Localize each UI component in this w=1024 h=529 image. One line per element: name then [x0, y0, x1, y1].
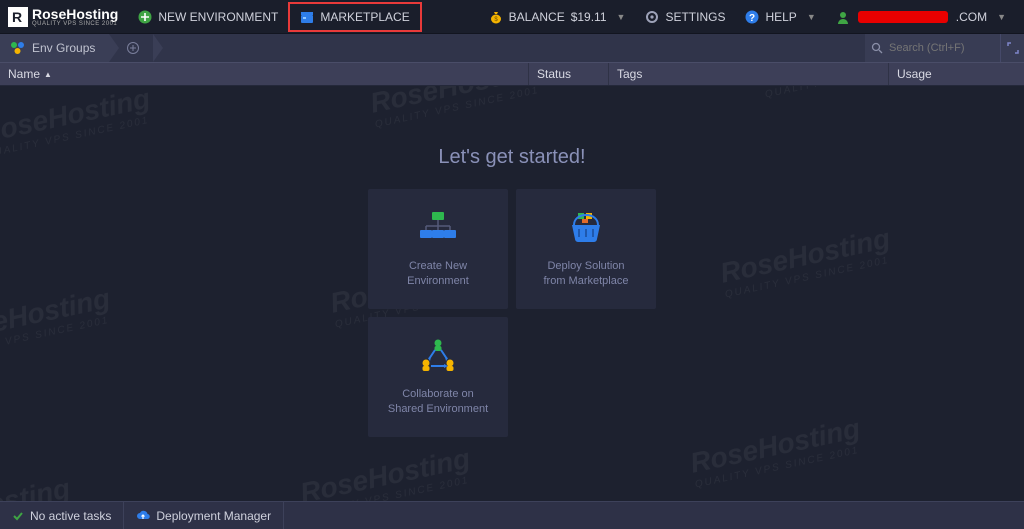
card-line1: Collaborate on: [388, 387, 488, 402]
user-account-button[interactable]: .COM ▼: [826, 0, 1016, 34]
env-groups-crumb[interactable]: Env Groups: [0, 34, 109, 62]
user-email-redacted: [858, 11, 948, 23]
card-line2: Shared Environment: [388, 402, 488, 417]
chevron-down-icon: ▼: [617, 12, 626, 22]
plus-circle-icon: [138, 10, 152, 24]
card-collaborate[interactable]: Collaborate on Shared Environment: [368, 317, 508, 437]
balance-button[interactable]: $ BALANCE $19.11 ▼: [479, 0, 636, 34]
env-groups-bar: Env Groups: [0, 34, 1024, 62]
balance-label: BALANCE: [509, 10, 565, 24]
deployment-manager-button[interactable]: Deployment Manager: [124, 502, 284, 529]
search-icon: [871, 42, 883, 54]
help-icon: ?: [745, 10, 759, 24]
chevron-down-icon: ▼: [807, 12, 816, 22]
create-env-icon: [418, 209, 458, 245]
breadcrumb: Env Groups: [0, 34, 153, 62]
user-email-suffix: .COM: [956, 10, 987, 24]
card-line2: from Marketplace: [544, 274, 629, 289]
column-usage[interactable]: Usage: [889, 63, 1024, 85]
marketplace-button[interactable]: MARKETPLACE: [288, 2, 421, 32]
sort-asc-icon: ▲: [44, 70, 52, 79]
main-area: Let's get started! Create New Environ: [0, 86, 1024, 501]
column-header-row: Name ▲ Status Tags Usage: [0, 62, 1024, 86]
deployment-manager-label: Deployment Manager: [156, 509, 271, 523]
svg-text:R: R: [12, 9, 22, 25]
new-environment-label: NEW ENVIRONMENT: [158, 10, 278, 24]
brand-sub: QUALITY VPS SINCE 2001: [32, 21, 118, 27]
card-line1: Deploy Solution: [544, 259, 629, 274]
card-line1: Create New: [407, 259, 469, 274]
brand-name: RoseHosting: [32, 7, 118, 21]
card-line2: Environment: [407, 274, 469, 289]
rosehosting-r-icon: R: [8, 7, 28, 27]
search-box[interactable]: [865, 34, 1000, 62]
column-status[interactable]: Status: [529, 63, 609, 85]
card-deploy-marketplace[interactable]: Deploy Solution from Marketplace: [516, 189, 656, 309]
env-groups-label: Env Groups: [32, 41, 95, 55]
column-name[interactable]: Name ▲: [0, 63, 529, 85]
plus-circle-icon: [127, 42, 139, 54]
topbar: R RoseHosting QUALITY VPS SINCE 2001 NEW…: [0, 0, 1024, 34]
column-tags[interactable]: Tags: [609, 63, 889, 85]
bottom-bar: No active tasks Deployment Manager: [0, 501, 1024, 529]
gear-icon: [645, 10, 659, 24]
search-input[interactable]: [889, 42, 969, 54]
cloud-upload-icon: [136, 510, 150, 522]
expand-icon: [1007, 42, 1019, 54]
expand-button[interactable]: [1000, 34, 1024, 62]
help-label: HELP: [765, 10, 796, 24]
new-environment-button[interactable]: NEW ENVIRONMENT: [128, 0, 288, 34]
svg-text:?: ?: [749, 13, 755, 24]
money-bag-icon: $: [489, 10, 503, 24]
tasks-label: No active tasks: [30, 509, 111, 523]
settings-button[interactable]: SETTINGS: [635, 0, 735, 34]
user-icon: [836, 10, 850, 24]
welcome-title: Let's get started!: [438, 146, 585, 169]
settings-label: SETTINGS: [665, 10, 725, 24]
balance-value: $19.11: [571, 10, 607, 24]
env-groups-icon: [10, 41, 26, 55]
collaborate-icon: [418, 337, 458, 373]
marketplace-icon: [300, 10, 314, 24]
check-icon: [12, 510, 24, 522]
tasks-panel-button[interactable]: No active tasks: [0, 502, 124, 529]
card-create-environment[interactable]: Create New Environment: [368, 189, 508, 309]
chevron-down-icon: ▼: [997, 12, 1006, 22]
brand-logo[interactable]: R RoseHosting QUALITY VPS SINCE 2001: [8, 7, 118, 27]
marketplace-basket-icon: [568, 209, 604, 245]
help-button[interactable]: ? HELP ▼: [735, 0, 825, 34]
welcome-cards: Create New Environment Deploy Solution: [368, 189, 656, 437]
marketplace-label: MARKETPLACE: [320, 10, 409, 24]
